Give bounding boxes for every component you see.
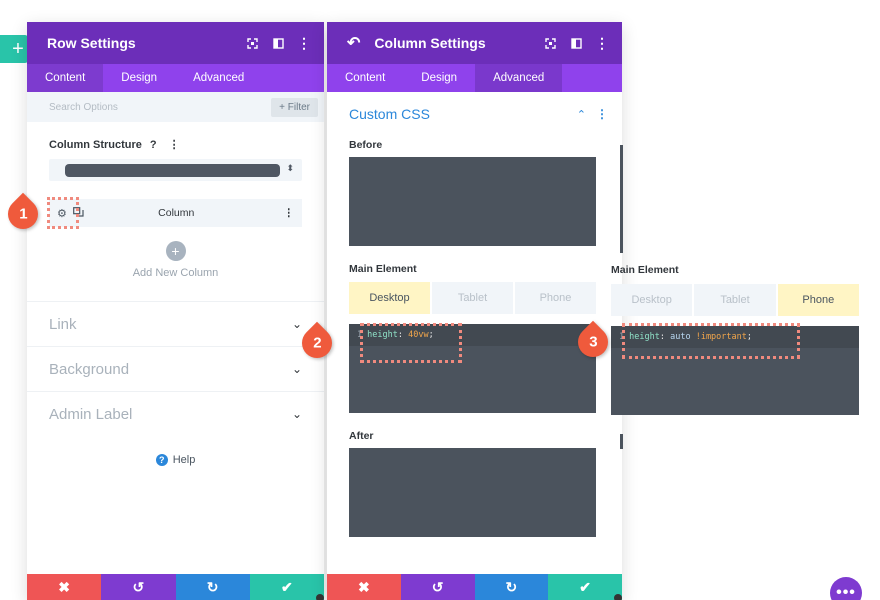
scrollbar[interactable] — [620, 434, 623, 449]
scrollbar[interactable] — [620, 145, 623, 253]
add-row-button[interactable]: + — [0, 35, 28, 63]
tab-design[interactable]: Design — [403, 64, 475, 92]
tab-advanced[interactable]: Advanced — [475, 64, 563, 92]
tab-content[interactable]: Content — [27, 64, 104, 92]
chevron-up-icon[interactable]: ⌃ — [577, 108, 586, 121]
back-arrow-icon[interactable]: ↶ — [347, 33, 360, 53]
row-settings-tabs: Content Design Advanced — [27, 64, 324, 92]
split-view-icon[interactable] — [272, 37, 284, 49]
custom-css-title: Custom CSS — [349, 106, 430, 122]
section-menu-icon[interactable]: ⋮ — [596, 107, 608, 121]
add-circle-icon[interactable]: + — [165, 241, 186, 261]
main-element-label-phone: Main Element — [611, 264, 679, 276]
device-tabs: Desktop Tablet Phone — [349, 282, 596, 314]
filter-button[interactable]: + Filter — [271, 97, 318, 117]
before-label: Before — [349, 139, 383, 151]
split-view-icon[interactable] — [570, 37, 582, 49]
toggle-background-label: Background — [49, 360, 130, 378]
highlight-desktop-code — [360, 323, 462, 363]
device-tab-phone[interactable]: Phone — [777, 284, 859, 316]
column-structure-menu-icon[interactable]: ⋮ — [169, 138, 180, 151]
row-settings-footer: ✖ ↺ ↻ ✔ — [27, 574, 324, 600]
redo-button[interactable]: ↻ — [474, 574, 549, 600]
device-tab-desktop[interactable]: Desktop — [349, 282, 430, 314]
column-structure-select[interactable]: ⬍ — [49, 159, 302, 181]
column-settings-tabs: Content Design Advanced — [327, 64, 622, 92]
cancel-button[interactable]: ✖ — [327, 574, 401, 600]
column-settings-panel: ↶ Column Settings ⋮ Content Design Advan… — [327, 22, 622, 600]
toggle-admin-label[interactable]: Admin Label ⌄ — [27, 391, 324, 436]
add-new-column-label: Add New Column — [132, 267, 219, 279]
select-arrows-icon: ⬍ — [286, 163, 294, 173]
save-button[interactable]: ✔ — [249, 574, 324, 600]
help-link[interactable]: ? Help — [27, 454, 324, 466]
search-input[interactable]: Search Options — [49, 102, 271, 113]
device-tab-phone[interactable]: Phone — [515, 282, 596, 314]
redo-button[interactable]: ↻ — [175, 574, 250, 600]
device-tab-tablet[interactable]: Tablet — [694, 284, 776, 316]
column-settings-header: ↶ Column Settings ⋮ — [327, 22, 622, 64]
column-settings-title: Column Settings — [374, 35, 486, 51]
toggle-link[interactable]: Link ⌄ — [27, 301, 324, 346]
highlight-gear — [47, 197, 79, 229]
chevron-down-icon: ⌄ — [291, 407, 302, 421]
add-new-column[interactable]: + Add New Column — [49, 241, 302, 279]
column-item-menu-icon[interactable]: ⋮ — [284, 207, 295, 219]
toggle-link-label: Link — [49, 315, 77, 333]
tab-content[interactable]: Content — [327, 64, 403, 92]
row-settings-title: Row Settings — [47, 35, 136, 51]
fullscreen-icon[interactable] — [246, 37, 258, 49]
undo-button[interactable]: ↺ — [101, 574, 176, 600]
row-settings-header: Row Settings ⋮ — [27, 22, 324, 64]
after-label: After — [349, 430, 374, 442]
toggle-background[interactable]: Background ⌄ — [27, 346, 324, 391]
more-options-icon[interactable]: ⋮ — [297, 35, 311, 51]
resize-handle[interactable] — [614, 594, 622, 600]
column-structure-label-row: Column Structure ? ⋮ — [49, 138, 302, 152]
tab-design[interactable]: Design — [103, 64, 175, 92]
chevron-down-icon: ⌄ — [291, 362, 302, 376]
more-options-icon[interactable]: ⋮ — [595, 35, 609, 51]
column-structure-preview — [65, 164, 280, 177]
column-settings-footer: ✖ ↺ ↻ ✔ — [327, 574, 622, 600]
device-tab-tablet[interactable]: Tablet — [432, 282, 513, 314]
plus-icon: + — [12, 37, 24, 60]
device-tabs-phone-view: Desktop Tablet Phone — [611, 284, 859, 316]
highlight-phone-code — [622, 323, 800, 359]
device-tab-desktop[interactable]: Desktop — [611, 284, 693, 316]
column-structure-label: Column Structure — [49, 138, 142, 151]
main-element-label: Main Element — [349, 263, 417, 275]
help-question-icon[interactable]: ? — [150, 139, 157, 151]
undo-button[interactable]: ↺ — [400, 574, 475, 600]
toggle-admin-label-label: Admin Label — [49, 405, 133, 423]
fullscreen-icon[interactable] — [544, 37, 556, 49]
builder-stage: + Row Settings ⋮ Content Design Advanced… — [0, 0, 880, 600]
after-css-editor[interactable] — [349, 448, 596, 537]
toggle-list: Link ⌄ Background ⌄ Admin Label ⌄ — [27, 301, 324, 436]
chevron-down-icon: ⌄ — [291, 317, 302, 331]
column-item-label: Column — [158, 207, 195, 219]
row-settings-panel: Row Settings ⋮ Content Design Advanced S… — [27, 22, 324, 600]
search-options-bar: Search Options + Filter — [27, 92, 324, 122]
column-list-item[interactable]: ⚙ Column ⋮ — [49, 199, 302, 227]
page-settings-button[interactable]: ••• — [830, 577, 862, 600]
help-circle-icon: ? — [155, 454, 168, 466]
save-button[interactable]: ✔ — [548, 574, 622, 600]
help-label: Help — [172, 454, 196, 466]
cancel-button[interactable]: ✖ — [27, 574, 102, 600]
resize-handle[interactable] — [316, 594, 324, 600]
before-css-editor[interactable] — [349, 157, 596, 246]
tab-advanced[interactable]: Advanced — [175, 64, 262, 92]
custom-css-header[interactable]: Custom CSS ⌃ ⋮ — [327, 92, 622, 122]
